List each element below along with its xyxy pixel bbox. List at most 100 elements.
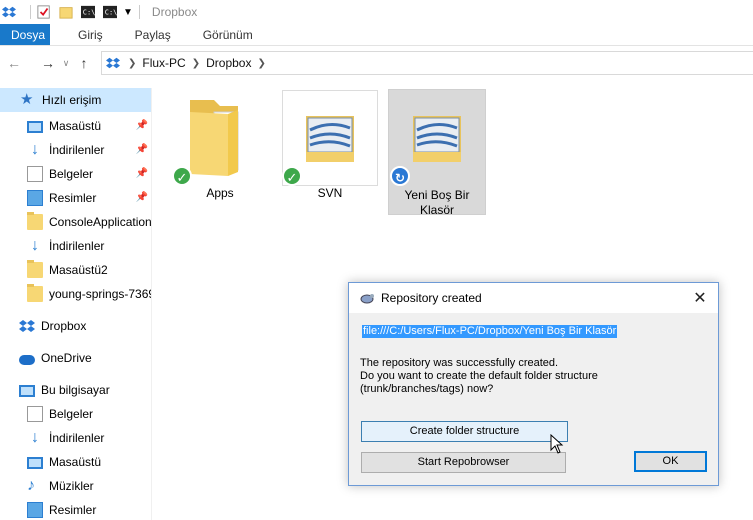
sidebar-item-label: İndirilenler (49, 431, 105, 445)
sidebar-item-this-pc[interactable]: Bu bilgisayar (0, 378, 151, 402)
sidebar-item-label: Bu bilgisayar (41, 383, 110, 397)
sidebar-item-quick-access[interactable]: ★ Hızlı erişim (0, 88, 151, 112)
folder-icon (27, 284, 43, 302)
breadcrumb-arrow-icon[interactable]: ❯ (192, 58, 200, 69)
pin-icon[interactable]: 📌 (136, 144, 148, 155)
pictures-icon (27, 502, 43, 518)
ribbon-tabs: Dosya Giriş Paylaş Görünüm (0, 24, 753, 46)
sidebar-item-label: Dropbox (41, 319, 87, 333)
console-admin-icon[interactable]: C:\ (103, 5, 117, 19)
svg-text:C:\: C:\ (105, 9, 117, 17)
file-label: Apps (206, 186, 234, 200)
folder-icon (27, 260, 43, 278)
tab-file[interactable]: Dosya (0, 24, 50, 45)
separator (30, 5, 31, 19)
sidebar-item-onedrive[interactable]: OneDrive (0, 346, 151, 370)
mouse-cursor-icon (550, 434, 564, 454)
dropbox-icon (106, 57, 120, 69)
computer-icon (19, 385, 35, 397)
sidebar-item-dropbox[interactable]: Dropbox (0, 314, 151, 338)
file-label: Yeni Boş Bir Klasör (404, 188, 470, 217)
sidebar-item-pictures[interactable]: Resimler 📌 (0, 186, 151, 210)
dropbox-icon (19, 320, 35, 332)
sidebar-item-label: Belgeler (49, 407, 94, 421)
customize-toolbar-icon[interactable]: ▼ (123, 7, 133, 18)
pin-icon[interactable]: 📌 (136, 168, 148, 179)
monitor-icon (27, 121, 43, 133)
folder-item-yeni-bos-bir-klasor[interactable]: ↻ Yeni Boş Bir Klasör (388, 89, 486, 217)
sidebar-item-pc-documents[interactable]: Belgeler (0, 402, 151, 426)
sidebar-item-desktop[interactable]: Masaüstü 📌 (0, 114, 151, 138)
address-bar[interactable]: ❯ Flux-PC ❯ Dropbox ❯ (101, 51, 753, 75)
dropbox-icon (2, 6, 16, 18)
sidebar-item-label: Masaüstü (49, 455, 102, 469)
pictures-icon (27, 190, 43, 206)
dialog-title: Repository created (381, 291, 482, 305)
file-label: SVN (317, 186, 343, 200)
sidebar-item-pc-music[interactable]: ♪ Müzikler (0, 474, 151, 498)
up-arrow-icon[interactable]: ↑ (74, 55, 94, 71)
monitor-icon (27, 457, 43, 469)
tortoisesvn-icon (360, 294, 374, 304)
sidebar-item-pc-pictures[interactable]: Resimler (0, 498, 151, 520)
pin-icon[interactable]: 📌 (136, 120, 148, 131)
download-icon: ↓ (31, 429, 39, 446)
close-icon[interactable]: ✕ (690, 288, 710, 308)
forward-arrow-icon[interactable]: → (38, 55, 58, 71)
download-icon: ↓ (31, 141, 39, 158)
document-icon (27, 166, 43, 182)
sidebar-item-label: Müzikler (49, 479, 94, 493)
folder-item-apps[interactable]: ✓ Apps (172, 90, 270, 216)
start-repobrowser-button[interactable]: Start Repobrowser (361, 452, 566, 473)
navigation-bar: ← → ∨ ↑ ❯ Flux-PC ❯ Dropbox ❯ (0, 46, 753, 80)
new-folder-icon[interactable] (59, 5, 73, 19)
ok-button[interactable]: OK (634, 451, 707, 472)
music-note-icon: ♪ (27, 477, 35, 494)
sidebar-item-label: Resimler (49, 503, 97, 517)
pin-icon[interactable]: 📌 (136, 192, 148, 203)
breadcrumb-dropbox[interactable]: Dropbox (206, 56, 251, 70)
sidebar-item-label: Resimler (49, 191, 97, 205)
cloud-icon (19, 355, 35, 365)
breadcrumb-arrow-icon[interactable]: ❯ (128, 58, 136, 69)
sidebar-item-label: OneDrive (41, 351, 92, 365)
console-icon[interactable]: C:\ (81, 5, 95, 19)
document-icon (27, 406, 43, 422)
sidebar-item-downloads[interactable]: ↓ İndirilenler 📌 (0, 138, 151, 162)
sync-ok-icon: ✓ (282, 166, 302, 186)
sidebar-item-documents[interactable]: Belgeler 📌 (0, 162, 151, 186)
breadcrumb-arrow-icon[interactable]: ❯ (257, 58, 265, 69)
sidebar-item-young-springs[interactable]: young-springs-7369 (0, 282, 152, 306)
properties-icon[interactable] (37, 5, 51, 19)
create-folder-structure-button[interactable]: Create folder structure (361, 421, 568, 442)
recent-locations-icon[interactable]: ∨ (60, 58, 72, 69)
sidebar-item-pc-downloads[interactable]: ↓ İndirilenler (0, 426, 151, 450)
repository-created-dialog: Repository created ✕ file:///C:/Users/Fl… (348, 282, 719, 486)
dialog-message: The repository was successfully created.… (360, 357, 598, 395)
navigation-pane: ★ Hızlı erişim Masaüstü 📌 ↓ İndirilenler… (0, 88, 152, 520)
sidebar-item-downloads-2[interactable]: ↓ İndirilenler (0, 234, 151, 258)
tab-home[interactable]: Giriş (62, 24, 119, 45)
title-bar: C:\ C:\ ▼ Dropbox (0, 0, 753, 24)
sidebar-item-consoleapplication[interactable]: ConsoleApplication (0, 210, 152, 234)
sidebar-item-desktop2[interactable]: Masaüstü2 (0, 258, 151, 282)
tab-share[interactable]: Paylaş (119, 24, 187, 45)
tab-view[interactable]: Görünüm (187, 24, 269, 45)
sidebar-item-label: Masaüstü (49, 119, 102, 133)
sidebar-item-label: young-springs-7369 (49, 287, 152, 301)
sidebar-item-label: Masaüstü2 (49, 263, 108, 277)
syncing-icon: ↻ (390, 166, 410, 186)
folder-icon (27, 212, 43, 230)
svg-text:C:\: C:\ (83, 9, 95, 17)
sidebar-item-label: İndirilenler (49, 239, 105, 253)
back-arrow-icon[interactable]: ← (4, 55, 24, 71)
sidebar-item-pc-desktop[interactable]: Masaüstü (0, 450, 151, 474)
dialog-title-bar[interactable]: Repository created (349, 283, 718, 313)
sidebar-item-label: Hızlı erişim (42, 93, 102, 107)
sidebar-item-label: ConsoleApplication (49, 215, 152, 229)
sidebar-item-label: İndirilenler (49, 143, 105, 157)
folder-item-svn[interactable]: ✓ SVN (282, 90, 380, 216)
breadcrumb-flux-pc[interactable]: Flux-PC (142, 56, 185, 70)
repository-url[interactable]: file:///C:/Users/Flux-PC/Dropbox/Yeni Bo… (362, 325, 618, 338)
download-icon: ↓ (31, 237, 39, 254)
